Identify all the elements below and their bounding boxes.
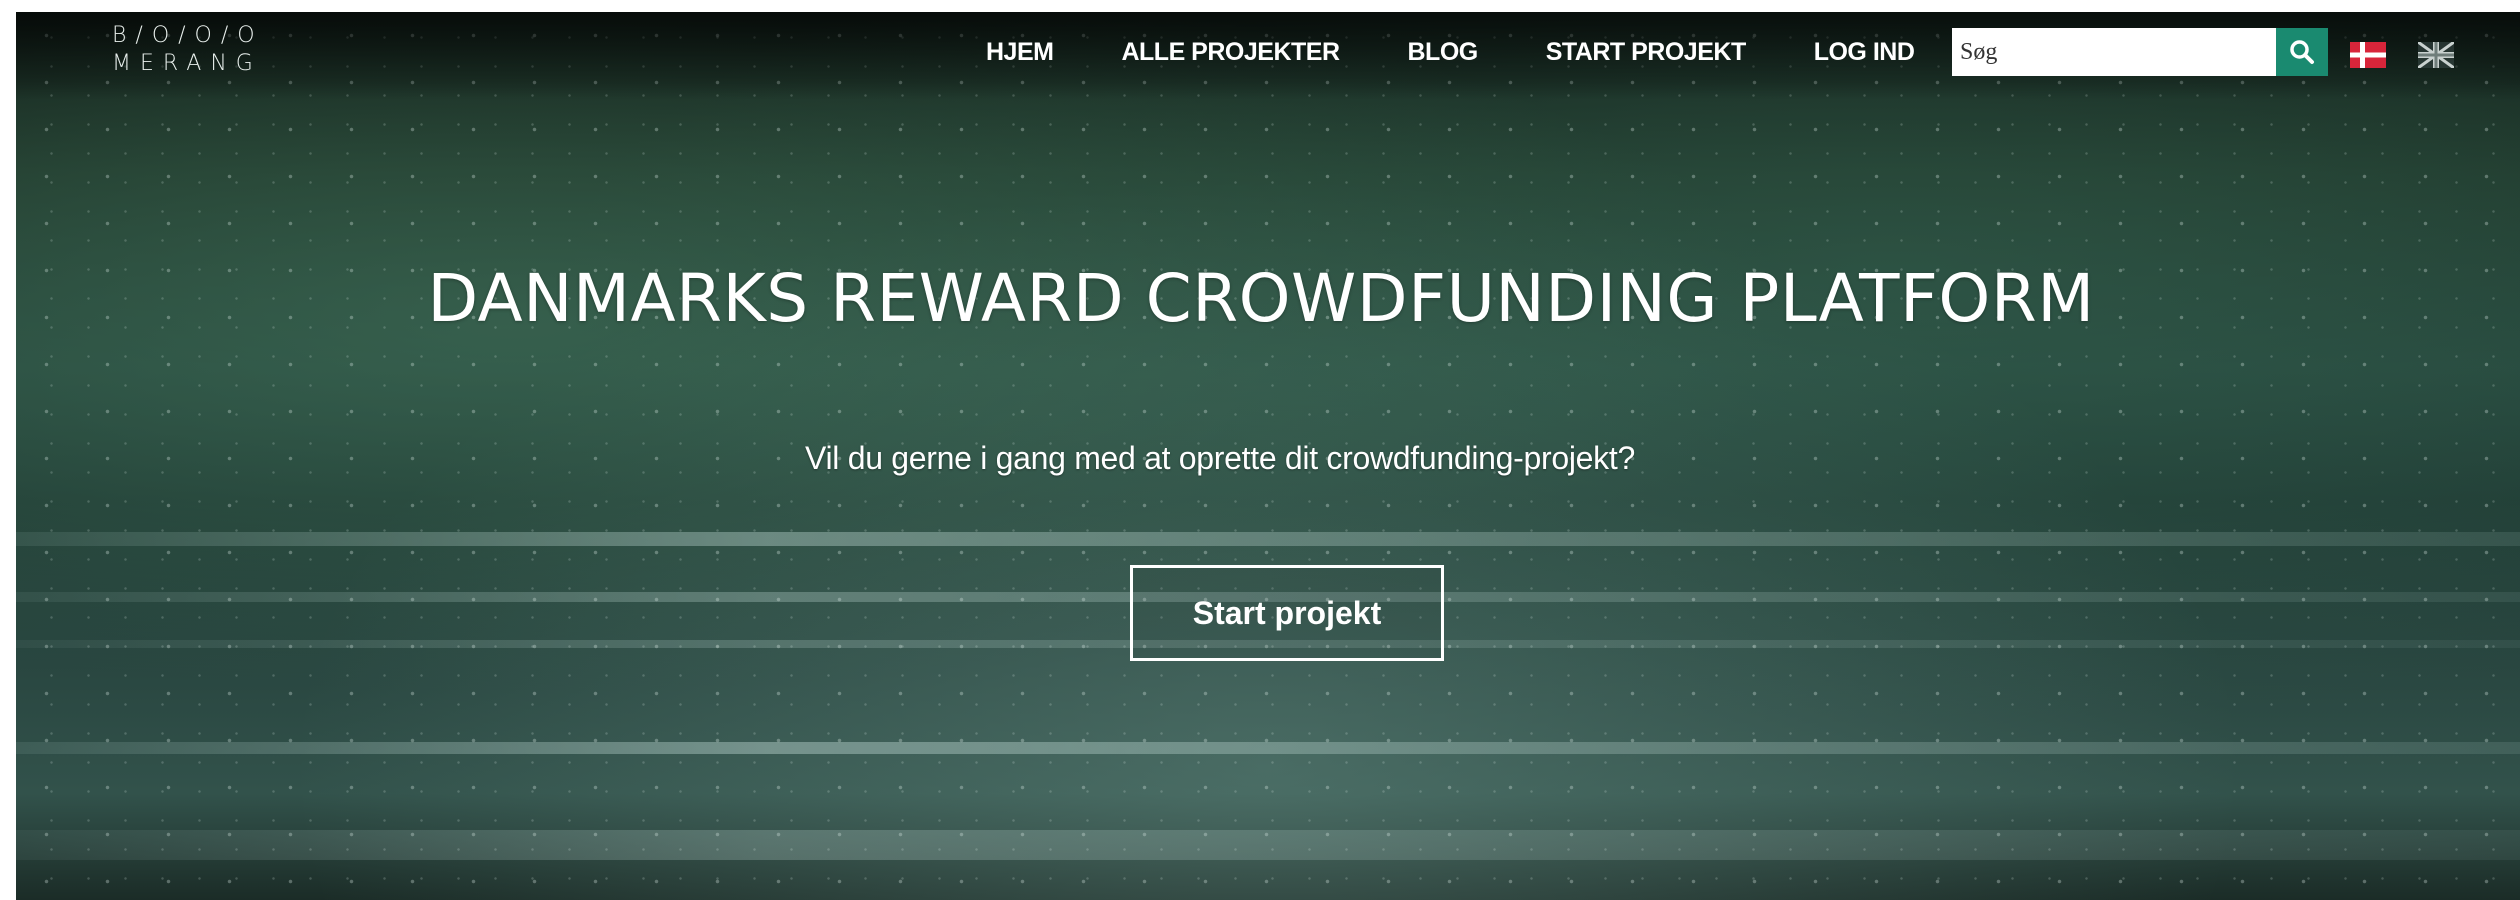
start-project-button[interactable]: Start projekt [1130,565,1444,661]
search-input[interactable] [1952,28,2276,76]
nav-item-hjem[interactable]: HJEM [986,38,1054,67]
danish-flag-icon[interactable] [2350,42,2386,68]
nav-item-log-ind[interactable]: LOG IND [1814,38,1915,67]
nav-item-start-projekt[interactable]: START PROJEKT [1546,38,1747,67]
page: B/O/O/O MERANG HJEM ALLE PROJEKTER BLOG … [16,12,2520,900]
hero-title: DANMARKS REWARD CROWDFUNDING PLATFORM [427,260,2095,337]
search-box [1952,28,2328,76]
logo-line-2: MERANG [112,51,262,76]
search-button[interactable] [2276,28,2328,76]
nav-item-alle-projekter[interactable]: ALLE PROJEKTER [1121,38,1340,67]
hero-subtitle: Vil du gerne i gang med at oprette dit c… [805,440,1635,476]
nav-item-blog[interactable]: BLOG [1408,38,1479,67]
logo-line-1: B/O/O/O [112,23,264,48]
brand-logo[interactable]: B/O/O/O MERANG [112,22,264,78]
search-icon [2290,40,2314,64]
uk-flag-icon[interactable] [2418,42,2454,68]
main-nav: HJEM ALLE PROJEKTER BLOG START PROJEKT L… [986,12,1915,92]
